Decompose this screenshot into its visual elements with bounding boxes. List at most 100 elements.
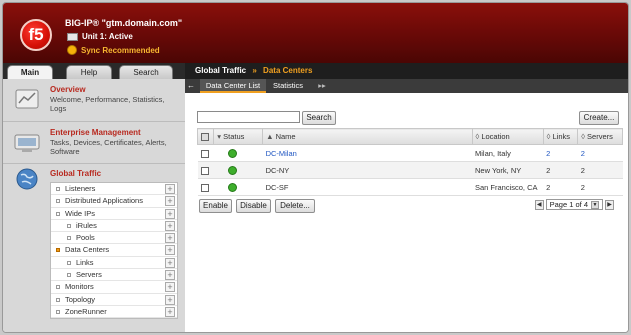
unit-status: Unit 1: Active	[67, 32, 133, 41]
plus-icon[interactable]: +	[165, 306, 175, 317]
plus-icon[interactable]: +	[165, 233, 175, 244]
data-center-name: DC-SF	[262, 178, 472, 196]
name-header-label: Name	[275, 132, 296, 141]
tab-data-center-list[interactable]: Data Center List	[200, 79, 266, 93]
chevron-down-icon[interactable]: ▼	[591, 200, 599, 209]
menu-item-irules[interactable]: iRules +	[51, 220, 177, 233]
plus-icon[interactable]: +	[165, 245, 175, 256]
menu-item-monitors[interactable]: Monitors +	[51, 281, 177, 294]
menu-item-label[interactable]: Monitors	[65, 281, 94, 293]
content-tab-bar: ← Data Center List Statistics ▸▸	[185, 79, 628, 93]
location-cell: New York, NY	[472, 161, 544, 179]
row-checkbox[interactable]	[200, 166, 209, 175]
links-count-link[interactable]: 2	[546, 149, 550, 158]
breadcrumb-section[interactable]: Global Traffic	[195, 66, 246, 75]
table-header-row: ▾ Status ▲ Name ◊ Location ◊ Links ◊ Ser…	[196, 128, 623, 145]
hostname-label: BIG-IP® "gtm.domain.com"	[65, 18, 183, 28]
row-checkbox[interactable]	[200, 183, 209, 192]
unit-status-label: Unit 1: Active	[82, 32, 133, 41]
status-header[interactable]: ▾ Status	[213, 128, 264, 145]
menu-item-label[interactable]: Distributed Applications	[65, 195, 143, 207]
sync-status[interactable]: Sync Recommended	[67, 45, 160, 55]
previous-page-icon[interactable]: ◀	[534, 199, 544, 210]
plus-icon[interactable]: +	[165, 208, 175, 219]
table-row[interactable]: DC-NY New York, NY 2 2	[197, 161, 623, 179]
menu-item-label[interactable]: Data Centers	[65, 244, 109, 256]
enable-button[interactable]: Enable	[199, 199, 232, 213]
menu-item-zonerunner[interactable]: ZoneRunner +	[51, 306, 177, 319]
f5-logo: f5	[20, 19, 52, 51]
menu-item-wide-ips[interactable]: Wide IPs +	[51, 208, 177, 220]
select-all-header[interactable]	[196, 128, 215, 145]
disable-button[interactable]: Disable	[236, 199, 271, 213]
create-button[interactable]: Create...	[579, 111, 619, 125]
menu-item-data-centers[interactable]: Data Centers +	[51, 244, 177, 257]
breadcrumb-page: Data Centers	[263, 66, 313, 75]
plus-icon[interactable]: +	[165, 257, 175, 268]
menu-item-topology[interactable]: Topology +	[51, 294, 177, 306]
bullet-icon	[56, 187, 60, 191]
servers-count: 2	[577, 178, 623, 196]
bullet-icon	[56, 285, 60, 290]
menu-item-label[interactable]: Wide IPs	[65, 208, 95, 220]
menu-item-label[interactable]: Pools	[76, 232, 95, 244]
plus-icon[interactable]: +	[165, 220, 175, 231]
enterprise-title[interactable]: Enterprise Management	[50, 128, 141, 137]
menu-item-pools[interactable]: Pools +	[51, 232, 177, 245]
search-button[interactable]: Search	[302, 111, 336, 125]
servers-header[interactable]: ◊ Servers	[577, 128, 623, 145]
breadcrumb: Global Traffic » Data Centers	[185, 63, 628, 79]
select-all-checkbox[interactable]	[201, 133, 209, 141]
row-checkbox[interactable]	[200, 149, 209, 158]
page-select-label[interactable]: Page 1 of 4	[550, 200, 588, 209]
nav-section-overview[interactable]: Overview Welcome, Performance, Statistic…	[3, 79, 185, 122]
links-header-label: Links	[552, 132, 570, 141]
menu-item-label[interactable]: Topology	[65, 294, 95, 306]
menu-item-label[interactable]: Links	[76, 257, 94, 269]
active-bullet-icon	[56, 248, 60, 253]
page-select[interactable]: Page 1 of 4 ▼	[545, 199, 603, 210]
plus-icon[interactable]: +	[165, 184, 175, 194]
plus-icon[interactable]: +	[165, 196, 175, 207]
plus-icon[interactable]: +	[165, 270, 175, 281]
menu-item-listeners[interactable]: Listeners +	[51, 183, 177, 196]
device-icon	[67, 32, 78, 41]
plus-icon[interactable]: +	[165, 282, 175, 293]
sort-icon: ◊	[546, 132, 551, 141]
name-header[interactable]: ▲ Name	[262, 128, 473, 145]
menu-item-label[interactable]: Servers	[76, 269, 102, 281]
menu-item-label[interactable]: ZoneRunner	[65, 306, 107, 318]
servers-count-link[interactable]: 2	[581, 149, 585, 158]
dropdown-arrow-icon[interactable]: ▾	[217, 132, 221, 141]
tab-main[interactable]: Main	[7, 65, 53, 79]
sidebar: Overview Welcome, Performance, Statistic…	[3, 79, 185, 332]
menu-item-links[interactable]: Links +	[51, 257, 177, 270]
search-input[interactable]	[197, 111, 300, 123]
tab-more-icon[interactable]: ▸▸	[316, 79, 328, 93]
table-row[interactable]: DC-Milan Milan, Italy 2 2	[197, 144, 623, 162]
links-count: 2	[543, 161, 578, 179]
menu-item-label[interactable]: Listeners	[65, 183, 95, 195]
data-center-name-link[interactable]: DC-Milan	[266, 149, 297, 158]
tab-statistics[interactable]: Statistics	[268, 79, 308, 93]
pagination: ◀ Page 1 of 4 ▼ ▶	[534, 199, 614, 210]
table-row[interactable]: DC-SF San Francisco, CA 2 2	[197, 178, 623, 196]
overview-title[interactable]: Overview	[50, 85, 86, 94]
menu-item-label[interactable]: iRules	[76, 220, 97, 232]
tab-help[interactable]: Help	[66, 65, 112, 79]
links-header[interactable]: ◊ Links	[542, 128, 579, 145]
sync-status-label[interactable]: Sync Recommended	[81, 46, 160, 55]
global-traffic-title[interactable]: Global Traffic	[50, 169, 101, 178]
next-page-icon[interactable]: ▶	[605, 199, 614, 210]
menu-item-servers[interactable]: Servers +	[51, 269, 177, 282]
back-arrow-icon[interactable]: ←	[185, 79, 197, 93]
nav-section-enterprise[interactable]: Enterprise Management Tasks, Devices, Ce…	[3, 122, 185, 164]
plus-icon[interactable]: +	[165, 294, 175, 305]
breadcrumb-separator: »	[252, 66, 257, 75]
tab-search[interactable]: Search	[119, 65, 173, 79]
location-header[interactable]: ◊ Location	[471, 128, 544, 145]
delete-button[interactable]: Delete...	[275, 199, 315, 213]
servers-header-label: Servers	[587, 132, 613, 141]
menu-item-distributed-applications[interactable]: Distributed Applications +	[51, 195, 177, 208]
status-header-label: Status	[223, 132, 245, 141]
